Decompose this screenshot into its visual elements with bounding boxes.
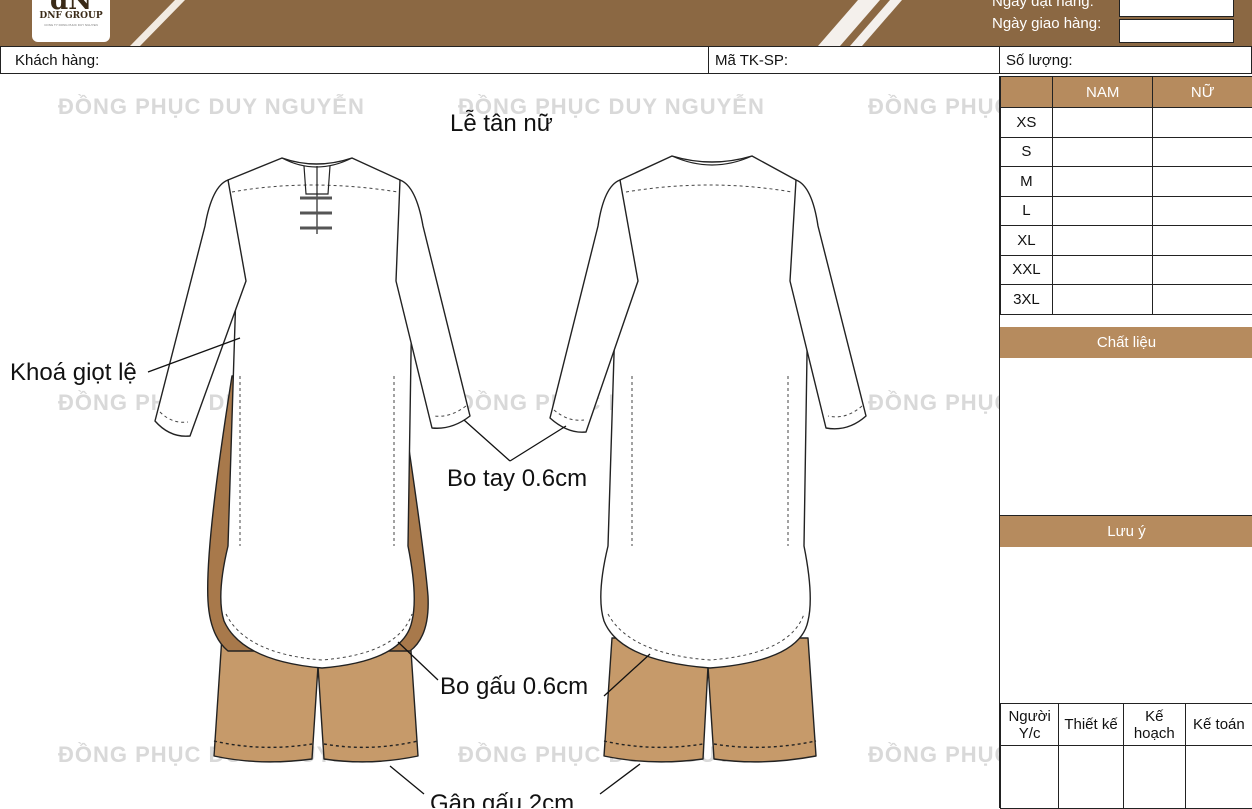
notes-field[interactable] [1000,547,1252,703]
size-label: 3XL [1001,285,1053,315]
qty-cell-male[interactable] [1052,108,1153,138]
signature-accountant-field[interactable] [1185,746,1252,809]
qty-cell-female[interactable] [1153,196,1252,226]
logo-tagline: CONG TY DONG PHUC DUY NGUYEN [32,23,110,27]
size-row-xs: XS [1001,108,1252,138]
delivery-date-field[interactable] [1119,19,1234,43]
qty-cell-female[interactable] [1153,108,1252,138]
size-row-m: M [1001,167,1252,197]
qty-cell-female[interactable] [1153,285,1252,315]
size-row-s: S [1001,137,1252,167]
delivery-date-label: Ngày giao hàng: [992,15,1101,32]
qty-cell-male[interactable] [1052,226,1153,256]
size-label: M [1001,167,1053,197]
size-label: S [1001,137,1053,167]
qty-cell-female[interactable] [1153,255,1252,285]
signature-requester-field[interactable] [1001,746,1059,809]
garment-drawing-area: ĐỒNG PHỤC DUY NGUYỄN ĐỒNG PHỤC DUY NGUYỄ… [0,76,999,808]
qty-cell-female[interactable] [1153,137,1252,167]
signature-planner-label: Kế hoạch [1123,704,1185,746]
qty-cell-female[interactable] [1153,226,1252,256]
annotation-hem-fold: Gập gấu 2cm [430,790,574,808]
header-bar: dN DNF GROUP CONG TY DONG PHUC DUY NGUYE… [0,0,1252,46]
product-code-field[interactable]: Mã TK-SP: [708,46,1000,74]
size-row-3xl: 3XL [1001,285,1252,315]
qty-cell-female[interactable] [1153,167,1252,197]
company-logo: dN DNF GROUP CONG TY DONG PHUC DUY NGUYE… [32,0,110,42]
size-label: XL [1001,226,1053,256]
material-section-header: Chất liệu [1000,327,1252,358]
size-row-xxl: XXL [1001,255,1252,285]
signature-header-row: Người Y/c Thiết kế Kế hoạch Kế toán [1001,704,1252,746]
size-row-l: L [1001,196,1252,226]
logo-text: DNF GROUP [32,11,110,21]
size-label: L [1001,196,1053,226]
size-table-header: NAM NỮ [1001,77,1252,108]
signature-designer-field[interactable] [1059,746,1124,809]
size-label: XS [1001,108,1053,138]
annotation-hem-binding: Bo gấu 0.6cm [440,673,588,701]
order-date-field[interactable] [1119,0,1234,17]
signature-requester-label: Người Y/c [1001,704,1059,746]
notes-section-header: Lưu ý [1000,516,1252,547]
size-header-blank [1001,77,1053,108]
qty-cell-male[interactable] [1052,196,1153,226]
signature-planner-field[interactable] [1123,746,1185,809]
size-quantity-table: NAM NỮ XS S M L XL XXL 3XL [1000,76,1252,315]
front-tunic-body [221,158,414,668]
signature-accountant-label: Kế toán [1185,704,1252,746]
size-label: XXL [1001,255,1053,285]
customer-label: Khách hàng: [7,52,99,69]
size-row-xl: XL [1001,226,1252,256]
qty-cell-male[interactable] [1052,255,1153,285]
info-row: Khách hàng: Mã TK-SP: Số lượng: [0,46,1252,76]
annotation-sleeve-binding: Bo tay 0.6cm [447,465,587,493]
qty-cell-male[interactable] [1052,285,1153,315]
quantity-label: Số lượng: [1006,52,1073,69]
annotation-teardrop-closure: Khoá giọt lệ [10,359,137,387]
order-date-label: Ngày đặt hàng: [992,0,1094,10]
signature-designer-label: Thiết kế [1059,704,1124,746]
signature-table: Người Y/c Thiết kế Kế hoạch Kế toán [1000,703,1252,809]
product-code-label: Mã TK-SP: [715,52,788,69]
size-header-male: NAM [1052,77,1153,108]
qty-cell-male[interactable] [1052,137,1153,167]
material-field[interactable] [1000,358,1252,516]
customer-field[interactable]: Khách hàng: [0,46,709,74]
quantity-field[interactable]: Số lượng: [999,46,1252,74]
order-details-panel: NAM NỮ XS S M L XL XXL 3XL Chất liệu Lưu… [999,76,1252,808]
signature-row [1001,746,1252,809]
size-header-female: NỮ [1153,77,1252,108]
qty-cell-male[interactable] [1052,167,1153,197]
